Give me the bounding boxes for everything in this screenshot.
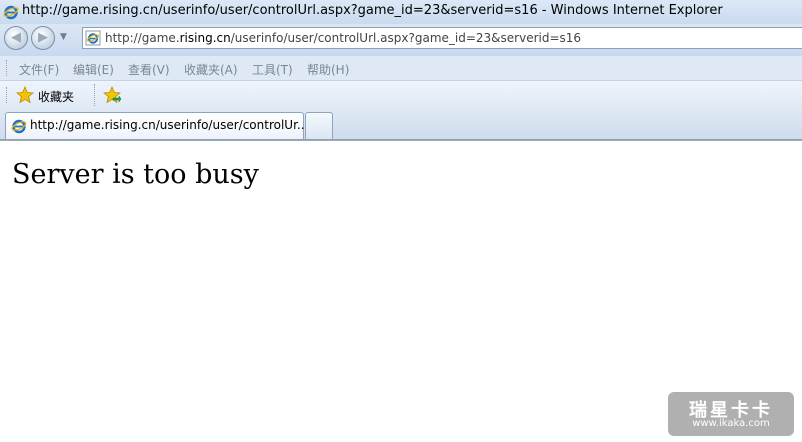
watermark-url: www.ikaka.com xyxy=(692,418,770,429)
tab-ie-icon xyxy=(11,118,27,138)
menu-bar-grip[interactable] xyxy=(6,60,10,76)
back-button[interactable]: ◀ xyxy=(4,26,28,50)
address-url-text: http://game.rising.cn/userinfo/user/cont… xyxy=(105,31,581,45)
address-input[interactable]: http://game.rising.cn/userinfo/user/cont… xyxy=(82,27,802,49)
ie-logo-icon xyxy=(3,4,19,24)
favorites-button-label[interactable]: 收藏夹 xyxy=(38,88,74,105)
menu-view[interactable]: 查看(V) xyxy=(128,61,170,78)
window-title: http://game.rising.cn/userinfo/user/cont… xyxy=(22,3,723,18)
favorites-separator xyxy=(94,84,95,106)
forward-button[interactable]: ▶ xyxy=(31,26,55,50)
menu-bar: 文件(F) 编辑(E) 查看(V) 收藏夹(A) 工具(T) 帮助(H) xyxy=(0,56,802,81)
window-titlebar: http://game.rising.cn/userinfo/user/cont… xyxy=(0,0,802,24)
favorites-bar-grip[interactable] xyxy=(6,87,10,103)
url-path: /userinfo/user/controlUrl.aspx?game_id=2… xyxy=(230,31,582,45)
add-to-favorites-icon[interactable] xyxy=(102,85,122,108)
error-message: Server is too busy xyxy=(12,159,259,190)
watermark: 瑞星卡卡 www.ikaka.com xyxy=(668,392,794,436)
url-prefix: http://game. xyxy=(105,31,180,45)
favorites-star-icon[interactable] xyxy=(15,85,35,108)
menu-tools[interactable]: 工具(T) xyxy=(252,61,293,78)
tab-current[interactable]: http://game.rising.cn/userinfo/user/cont… xyxy=(5,112,308,139)
menu-favorites[interactable]: 收藏夹(A) xyxy=(184,61,238,78)
menu-file[interactable]: 文件(F) xyxy=(19,61,59,78)
arrow-left-icon: ◀ xyxy=(11,30,21,45)
history-dropdown-icon[interactable]: ▼ xyxy=(60,32,67,42)
tab-bar: http://game.rising.cn/userinfo/user/cont… xyxy=(0,109,802,140)
url-host: rising.cn xyxy=(179,31,231,45)
menu-help[interactable]: 帮助(H) xyxy=(307,61,349,78)
menu-edit[interactable]: 编辑(E) xyxy=(73,61,114,78)
page-ie-icon xyxy=(85,30,101,46)
arrow-right-icon: ▶ xyxy=(38,30,48,45)
favorites-bar: 收藏夹 xyxy=(0,81,802,109)
address-toolbar: ◀ ▶ ▼ http://game.rising.cn/userinfo/use… xyxy=(0,24,802,56)
new-tab-button[interactable] xyxy=(305,112,333,139)
tab-title: http://game.rising.cn/userinfo/user/cont… xyxy=(30,118,309,132)
